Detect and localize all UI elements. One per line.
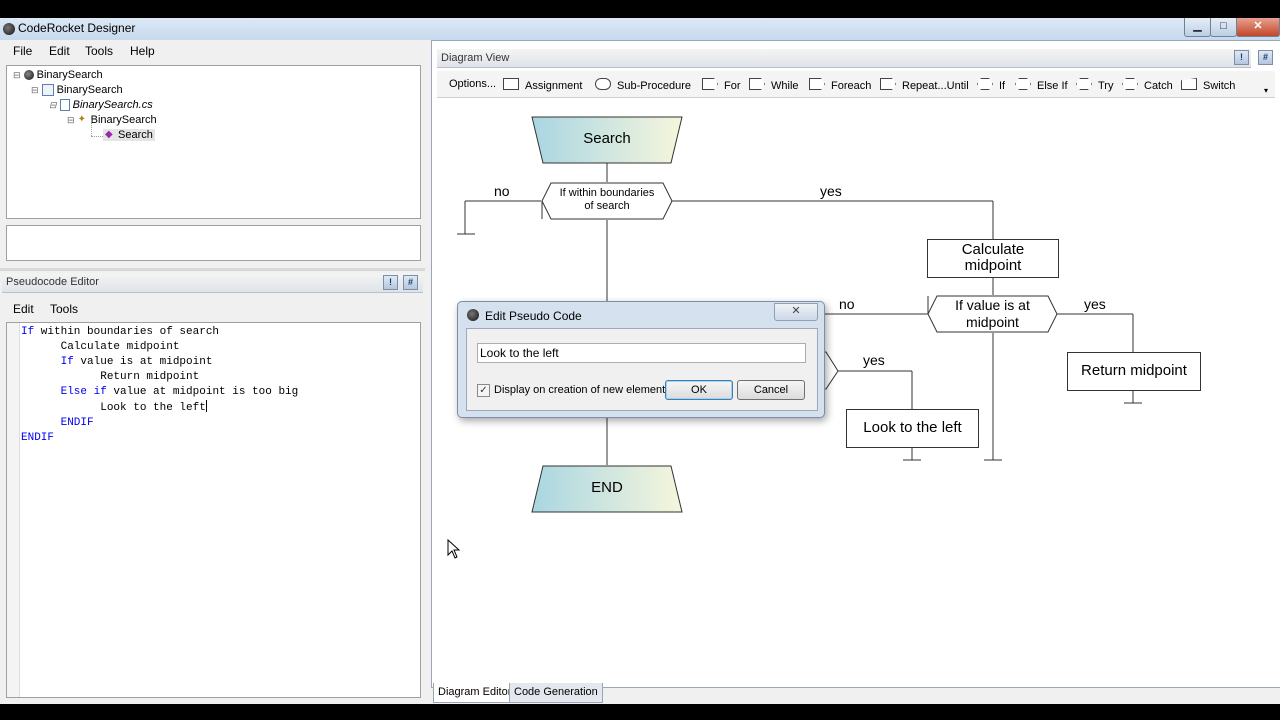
start-node[interactable]: Search — [531, 116, 683, 164]
dialog-body: Look to the left ✓ Display on creation o… — [466, 328, 818, 411]
tab-diagram-editor[interactable]: Diagram Editor — [433, 683, 517, 703]
edge-label-no: no — [839, 296, 855, 312]
ok-button[interactable]: OK — [665, 380, 733, 400]
node-label: Return midpoint — [1081, 362, 1187, 379]
dialog-app-icon — [467, 309, 479, 321]
calculate-midpoint-node[interactable]: Calculate midpoint — [927, 239, 1059, 278]
tab-code-generation[interactable]: Code Generation — [509, 683, 603, 703]
start-label: Search — [583, 130, 631, 147]
if-node-label: If within boundaries of search — [559, 187, 655, 212]
if-node-label: If value is at midpoint — [955, 297, 1030, 330]
pseudo-code-input[interactable]: Look to the left — [477, 343, 806, 363]
dialog-close-button[interactable]: ✕ — [774, 303, 818, 321]
checkbox-label: Display on creation of new elements — [494, 384, 671, 396]
dialog-title: Edit Pseudo Code — [485, 309, 582, 323]
display-on-creation-checkbox[interactable]: ✓ — [477, 384, 490, 397]
edit-pseudo-code-dialog: Edit Pseudo Code ✕ Look to the left ✓ Di… — [457, 301, 825, 418]
if-node-boundaries[interactable]: If within boundaries of search — [541, 182, 673, 220]
edge-label-yes: yes — [820, 183, 842, 199]
node-label: Look to the left — [863, 419, 962, 436]
edge-label-yes: yes — [1084, 296, 1106, 312]
if-node-midpoint[interactable]: If value is at midpoint — [927, 295, 1058, 333]
edge-label-no: no — [494, 183, 510, 199]
end-label: END — [591, 479, 623, 496]
cancel-button[interactable]: Cancel — [737, 380, 805, 400]
end-node[interactable]: END — [531, 465, 683, 513]
edge-label-yes: yes — [863, 352, 885, 368]
pseudo-code-input-value: Look to the left — [480, 346, 559, 360]
return-midpoint-node[interactable]: Return midpoint — [1067, 352, 1201, 391]
mouse-cursor-icon — [447, 539, 461, 559]
node-label: Calculate midpoint — [961, 241, 1025, 274]
look-left-node[interactable]: Look to the left — [846, 409, 979, 448]
